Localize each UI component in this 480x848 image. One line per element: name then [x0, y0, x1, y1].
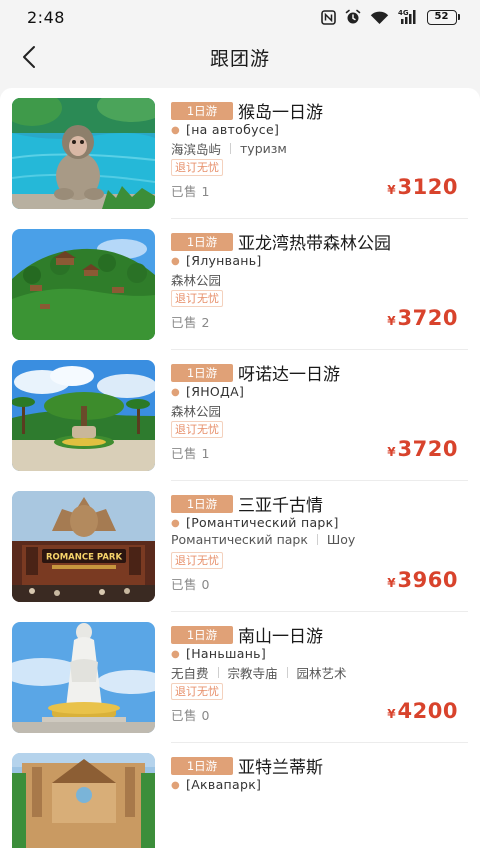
- sold-count: 已售 0: [171, 577, 210, 592]
- tour-info: 1日游 三亚千古情 ● [Романтический парк] Романтич…: [171, 481, 468, 612]
- tour-image-atlantis: [12, 753, 155, 848]
- tour-info: 1日游 猴岛一日游 ● [на автобусе] 海滨岛屿 туризм 退订无忧…: [171, 88, 468, 219]
- status-icons: 4G 52: [320, 9, 460, 25]
- tour-price: ¥4200: [387, 699, 458, 723]
- tour-subtitle: ● [ЯНОДА]: [171, 384, 245, 399]
- tour-name: 亚特兰蒂斯: [238, 758, 323, 778]
- tour-name: 三亚千古情: [238, 496, 323, 516]
- tour-image-monkey-island: [12, 98, 155, 209]
- nav-bar: 跟团游: [0, 34, 480, 80]
- tag: Шоу: [326, 532, 356, 547]
- tour-subtitle: ● [Аквапарк]: [171, 777, 262, 792]
- tour-price: ¥3120: [387, 175, 458, 199]
- refund-badge: 退订无忧: [171, 552, 223, 569]
- tour-tags: 海滨岛屿 туризм: [171, 139, 287, 158]
- tour-tags: 森林公园: [171, 401, 221, 420]
- tour-info: 1日游 亚龙湾热带森林公园 ● [Ялунвань] 森林公园 退订无忧 已售 2…: [171, 219, 468, 350]
- alarm-icon: [345, 9, 360, 24]
- tour-image-yalong-bay-forest: [12, 229, 155, 340]
- refund-badge: 退订无忧: [171, 159, 223, 176]
- sold-count: 已售 1: [171, 446, 210, 461]
- tour-tags: 森林公园: [171, 270, 221, 289]
- battery-icon: 52: [426, 9, 460, 25]
- battery-level: 52: [426, 9, 457, 25]
- tag: 园林艺术: [296, 666, 347, 681]
- svg-text:ROMANCE PARK: ROMANCE PARK: [46, 553, 122, 563]
- days-badge: 1日游: [171, 495, 233, 513]
- tag: 无自费: [171, 666, 209, 681]
- sold-count: 已售 2: [171, 315, 210, 330]
- refund-badge: 退订无忧: [171, 421, 223, 438]
- signal-icon: 4G: [398, 9, 415, 24]
- page-title: 跟团游: [209, 48, 270, 70]
- tour-price: ¥3720: [387, 306, 458, 330]
- days-badge: 1日游: [171, 757, 233, 775]
- tour-item[interactable]: 1日游 呀诺达一日游 ● [ЯНОДА] 森林公园 退订无忧 已售 1 ¥3720: [0, 350, 480, 481]
- tag: 森林公园: [171, 404, 222, 419]
- tour-price: ¥3720: [387, 437, 458, 461]
- tour-name: 呀诺达一日游: [238, 365, 340, 385]
- status-time: 2:48: [27, 8, 65, 27]
- tour-subtitle: ● [на автобусе]: [171, 122, 280, 137]
- tour-name: 南山一日游: [238, 627, 323, 647]
- tour-name: 猴岛一日游: [238, 103, 323, 123]
- days-badge: 1日游: [171, 102, 233, 120]
- tour-name: 亚龙湾热带森林公园: [238, 234, 391, 254]
- tag: туризм: [240, 141, 287, 156]
- wifi-icon: [370, 11, 388, 24]
- tour-info: 1日游 呀诺达一日游 ● [ЯНОДА] 森林公园 退订无忧 已售 1 ¥3720: [171, 350, 468, 481]
- tag: 宗教寺庙: [227, 666, 278, 681]
- tour-price: ¥3960: [387, 568, 458, 592]
- sold-count: 已售 1: [171, 184, 210, 199]
- days-badge: 1日游: [171, 233, 233, 251]
- days-badge: 1日游: [171, 626, 233, 644]
- svg-text:4G: 4G: [398, 9, 409, 17]
- tour-image-yanoda: [12, 360, 155, 471]
- tour-subtitle: ● [Наньшань]: [171, 646, 267, 661]
- tour-image-nanshan: [12, 622, 155, 733]
- tour-tags: 无自费 宗教寺庙 园林艺术: [171, 663, 347, 682]
- tour-info: 1日游 南山一日游 ● [Наньшань] 无自费 宗教寺庙 园林艺术 退订无忧 已…: [171, 612, 468, 743]
- tag: 海滨岛屿: [171, 142, 222, 157]
- tour-item[interactable]: 1日游 亚特兰蒂斯 ● [Аквапарк]: [0, 743, 480, 848]
- tag: Романтический парк: [171, 532, 308, 547]
- nfc-icon: [320, 9, 336, 25]
- refund-badge: 退订无忧: [171, 683, 223, 700]
- tour-subtitle: ● [Романтический парк]: [171, 515, 339, 530]
- days-badge: 1日游: [171, 364, 233, 382]
- tour-item[interactable]: 1日游 亚龙湾热带森林公园 ● [Ялунвань] 森林公园 退订无忧 已售 2…: [0, 219, 480, 350]
- tour-item[interactable]: ROMANCE PARK 1日游 三亚千古情 ● [Романтический п…: [0, 481, 480, 612]
- sold-count: 已售 0: [171, 708, 210, 723]
- tour-tags: Романтический парк Шоу: [171, 532, 355, 547]
- refund-badge: 退订无忧: [171, 290, 223, 307]
- tour-info: 1日游 亚特兰蒂斯 ● [Аквапарк]: [171, 743, 468, 848]
- tour-item[interactable]: 1日游 南山一日游 ● [Наньшань] 无自费 宗教寺庙 园林艺术 退订无忧 已…: [0, 612, 480, 743]
- tour-subtitle: ● [Ялунвань]: [171, 253, 262, 268]
- tour-list: 1日游 猴岛一日游 ● [на автобусе] 海滨岛屿 туризм 退订无忧…: [0, 88, 480, 848]
- tag: 森林公园: [171, 273, 222, 288]
- status-bar: 2:48 4G 52: [0, 0, 480, 34]
- tour-item[interactable]: 1日游 猴岛一日游 ● [на автобусе] 海滨岛屿 туризм 退订无忧…: [0, 88, 480, 219]
- tour-image-romance-park: ROMANCE PARK: [12, 491, 155, 602]
